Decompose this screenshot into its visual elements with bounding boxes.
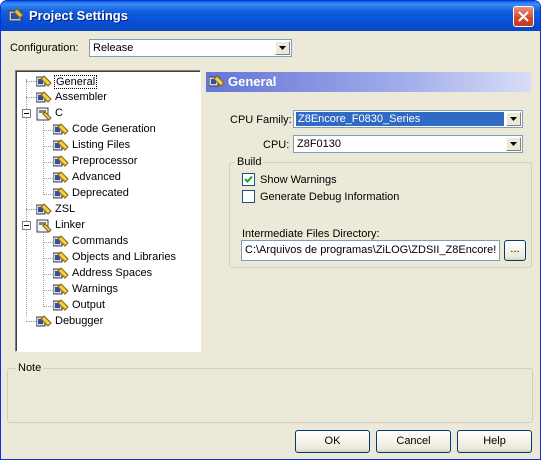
tree-item-label: General — [54, 75, 98, 89]
chevron-down-icon — [510, 117, 517, 121]
cpu-dropdown-button[interactable] — [506, 137, 521, 151]
cancel-button[interactable]: Cancel — [376, 430, 451, 453]
section-title: General — [228, 74, 277, 89]
tree-item-label: Output — [72, 299, 106, 311]
tree-line — [43, 194, 53, 195]
tree-item-label: ZSL — [55, 203, 76, 215]
intermediate-dir-label: Intermediate Files Directory: — [242, 228, 380, 240]
tree-line — [26, 321, 36, 322]
configuration-value: Release — [93, 42, 134, 54]
ok-button[interactable]: OK — [295, 430, 370, 453]
tree-line — [43, 274, 53, 275]
tree-line — [26, 81, 36, 82]
configuration-select[interactable]: Release — [89, 39, 292, 57]
tree-item-label: Address Spaces — [72, 267, 153, 279]
tree-line — [26, 209, 36, 210]
category-icon — [36, 107, 52, 121]
tree-item-label: Assembler — [55, 91, 107, 103]
debug-info-label[interactable]: Generate Debug Information — [260, 191, 399, 203]
tree-item-label: C — [55, 107, 63, 119]
cpu-value: Z8F0130 — [297, 138, 342, 150]
close-icon — [518, 11, 529, 22]
settings-tree[interactable]: General Assembler C Code Generation Listing … — [15, 70, 201, 352]
tree-item-label: Listing Files — [72, 139, 131, 151]
settings-page-icon — [53, 155, 69, 167]
build-caption: Build — [235, 156, 264, 168]
configuration-dropdown-button[interactable] — [275, 41, 290, 55]
settings-page-icon — [36, 75, 52, 87]
tree-item-label: Preprocessor — [72, 155, 138, 167]
tree-line — [43, 290, 53, 291]
show-warnings-label[interactable]: Show Warnings — [260, 174, 337, 186]
browse-button[interactable]: ... — [504, 240, 526, 261]
settings-page-icon — [53, 283, 69, 295]
tree-item-label: Warnings — [72, 283, 119, 295]
help-button[interactable]: Help — [457, 430, 532, 453]
settings-page-icon — [53, 267, 69, 279]
tree-item-label: Code Generation — [72, 123, 156, 135]
settings-page-icon — [36, 203, 52, 215]
note-groupbox — [7, 368, 533, 423]
settings-page-icon — [36, 91, 52, 103]
category-icon — [36, 219, 52, 233]
show-warnings-checkbox[interactable] — [242, 173, 255, 186]
cpu-label: CPU: — [263, 139, 290, 151]
debug-info-checkbox[interactable] — [242, 190, 255, 203]
settings-page-icon — [53, 187, 69, 199]
settings-page-icon — [53, 251, 69, 263]
section-header: General — [206, 72, 531, 92]
cpu-family-value: Z8Encore_F0830_Series — [296, 112, 504, 126]
tree-line — [43, 130, 53, 131]
tree-line — [26, 97, 36, 98]
tree-line — [43, 162, 53, 163]
chevron-down-icon — [510, 142, 517, 146]
settings-page-icon — [53, 139, 69, 151]
checkmark-icon — [244, 175, 253, 183]
intermediate-dir-input[interactable]: C:\Arquivos de programas\ZiLOG\ZDSII_Z8E… — [241, 240, 500, 261]
settings-page-icon — [53, 123, 69, 135]
project-settings-window: Project Settings Configuration: Release … — [0, 0, 541, 460]
cpu-family-dropdown-button[interactable] — [506, 112, 521, 126]
close-button[interactable] — [513, 6, 534, 27]
tree-item-label: Deprecated — [72, 187, 129, 199]
cpu-family-select[interactable]: Z8Encore_F0830_Series — [293, 110, 523, 128]
tree-line — [43, 178, 53, 179]
tree-line — [43, 242, 53, 243]
title-bar[interactable]: Project Settings — [1, 1, 540, 31]
settings-page-icon — [53, 171, 69, 183]
c-collapse-toggle[interactable] — [22, 109, 31, 118]
chevron-down-icon — [279, 46, 286, 50]
tree-line — [43, 146, 53, 147]
cpu-family-label: CPU Family: — [230, 114, 292, 126]
app-icon — [8, 8, 24, 22]
tree-item-label: Commands — [72, 235, 129, 247]
settings-icon — [209, 75, 225, 87]
tree-item-label: Debugger — [55, 315, 104, 327]
cpu-select[interactable]: Z8F0130 — [293, 135, 523, 153]
window-title: Project Settings — [29, 8, 128, 23]
tree-item-label: Linker — [55, 219, 85, 231]
intermediate-dir-value: C:\Arquivos de programas\ZiLOG\ZDSII_Z8E… — [245, 244, 497, 256]
linker-collapse-toggle[interactable] — [22, 221, 31, 230]
settings-page-icon — [36, 315, 52, 327]
configuration-label: Configuration: — [10, 42, 79, 54]
tree-line — [43, 306, 53, 307]
settings-page-icon — [53, 235, 69, 247]
settings-page-icon — [53, 299, 69, 311]
tree-item-label: Objects and Libraries — [72, 251, 176, 263]
tree-item-label: Advanced — [72, 171, 121, 183]
tree-line — [43, 258, 53, 259]
note-caption: Note — [16, 362, 44, 374]
